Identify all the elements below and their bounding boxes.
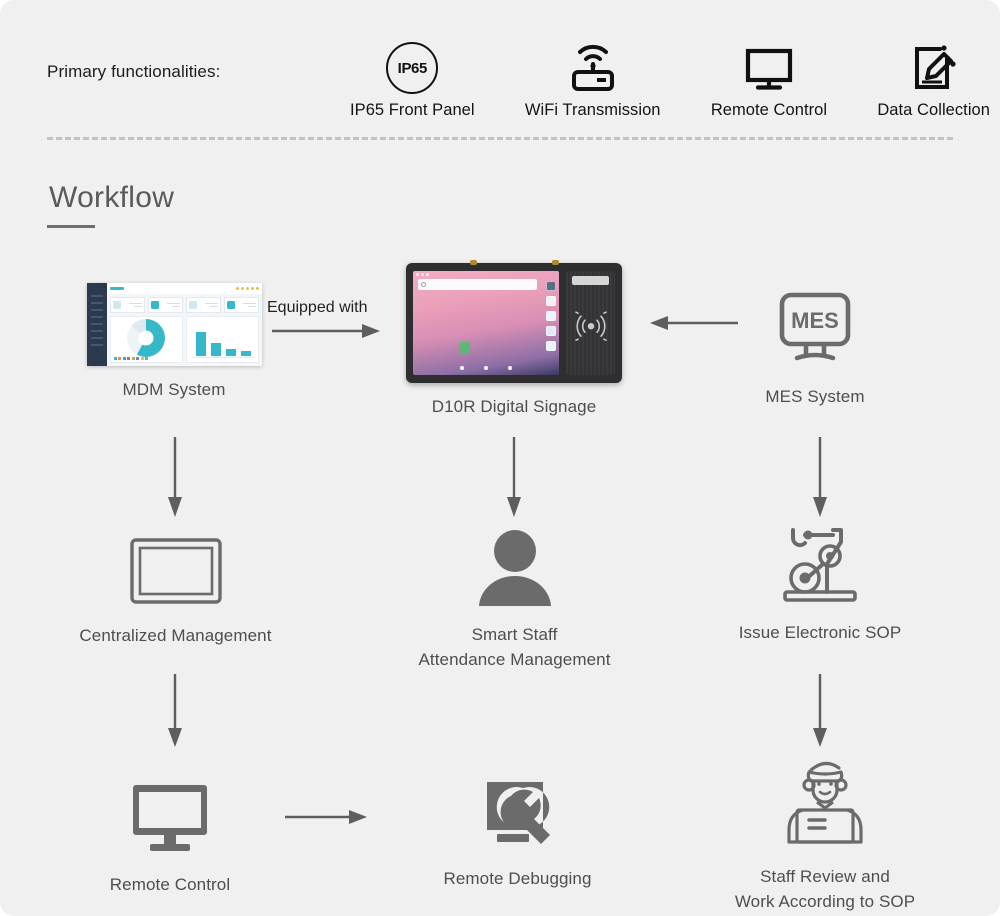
dashboard-body <box>106 283 262 366</box>
workflow-infographic: Primary functionalities: IP65 IP65 Front… <box>0 0 1000 916</box>
monitor-wrench-icon <box>479 778 557 855</box>
speaker-grille <box>572 276 609 285</box>
ip65-badge-text: IP65 <box>386 42 439 94</box>
node-label: MDM System <box>122 380 226 399</box>
app-icon[interactable] <box>546 341 556 351</box>
feature-label: Data Collection <box>877 101 990 119</box>
page-title: Workflow <box>49 181 175 214</box>
nfc-reader-panel <box>566 271 615 375</box>
app-icon-rail[interactable] <box>546 281 556 351</box>
node-label: Centralized Management <box>79 626 272 645</box>
arrow-centralized-to-remote-control <box>168 674 182 747</box>
tablet-screen <box>413 271 559 375</box>
title-underline <box>47 225 95 228</box>
node-mes-system: MES MES System <box>718 290 912 410</box>
mes-monitor-icon: MES <box>773 290 857 373</box>
nfc-icon <box>574 311 607 342</box>
dashboard-charts <box>107 316 262 366</box>
bar-chart <box>194 325 254 356</box>
status-bar <box>413 271 559 278</box>
dashed-divider <box>47 137 953 140</box>
app-icon[interactable] <box>546 311 556 321</box>
feature-data-collection: Data Collection <box>877 40 990 120</box>
feature-label: IP65 Front Panel <box>350 101 475 119</box>
app-icon[interactable] <box>546 296 556 306</box>
dashboard-topbar <box>106 283 262 294</box>
node-remote-debugging: Remote Debugging <box>430 778 605 892</box>
feature-list: IP65 IP65 Front Panel WiFi Transmission <box>350 28 990 120</box>
pie-chart-hole <box>138 330 154 346</box>
monitor-filled-icon <box>124 780 216 861</box>
node-staff-review: Staff Review and Work According to SOP <box>710 750 940 914</box>
stat-card <box>185 297 221 313</box>
node-label: Smart Staff Attendance Management <box>418 625 611 669</box>
tablet-device <box>406 260 622 383</box>
wifi-router-icon <box>565 40 621 94</box>
node-issue-electronic-sop: Issue Electronic SOP <box>722 522 918 646</box>
antenna-icon <box>470 260 477 265</box>
feature-label: Remote Control <box>710 101 828 119</box>
mes-screen-text: MES <box>791 308 839 333</box>
pie-chart-legend <box>113 357 148 360</box>
arrow-issue-sop-to-staff-review <box>813 674 827 747</box>
stat-card <box>109 297 145 313</box>
node-mdm-system: MDM System <box>85 283 263 403</box>
node-remote-control: Remote Control <box>95 780 245 898</box>
arrow-mdm-to-centralized <box>168 437 182 517</box>
notepad-pen-icon <box>906 40 962 94</box>
dashboard-sidebar <box>86 283 107 366</box>
stat-card <box>223 297 259 313</box>
node-d10r-digital-signage: D10R Digital Signage <box>406 260 622 420</box>
search-icon <box>421 282 426 287</box>
node-smart-staff-attendance: Smart Staff Attendance Management <box>397 524 632 672</box>
monitor-icon <box>741 40 797 94</box>
arrow-mes-to-issue-sop <box>813 437 827 517</box>
node-label: Staff Review and Work According to SOP <box>734 867 916 911</box>
antenna-icon <box>552 260 559 265</box>
node-centralized-management: Centralized Management <box>58 535 293 649</box>
equipped-with-label: Equipped with <box>267 299 368 316</box>
node-label: Remote Debugging <box>443 869 592 888</box>
home-indicator-dots <box>413 366 559 370</box>
feature-remote-control: Remote Control <box>711 40 827 120</box>
search-bar[interactable] <box>418 279 537 290</box>
node-label: MES System <box>765 387 865 406</box>
person-icon <box>471 524 559 611</box>
ip65-shield-icon: IP65 <box>386 40 439 94</box>
feature-label: WiFi Transmission <box>524 101 661 119</box>
dashboard-stat-cards <box>107 294 262 316</box>
app-icon[interactable] <box>546 281 556 291</box>
arrow-mdm-to-signage <box>272 324 380 338</box>
bar-chart-panel <box>185 316 259 363</box>
node-label: Remote Control <box>109 875 231 894</box>
worker-with-document-icon <box>773 750 877 853</box>
desktop-app-icon[interactable] <box>459 342 470 353</box>
screen-frame-icon <box>127 535 225 612</box>
arrow-signage-to-smart-staff <box>507 437 521 517</box>
app-icon[interactable] <box>546 326 556 336</box>
node-label: D10R Digital Signage <box>431 397 597 416</box>
pie-chart-panel <box>109 316 183 363</box>
stat-card <box>147 297 183 313</box>
primary-functionalities-label: Primary functionalities: <box>47 62 221 81</box>
node-label: Issue Electronic SOP <box>738 623 902 642</box>
feature-wifi-transmission: WiFi Transmission <box>525 40 661 120</box>
mdm-dashboard-screenshot <box>86 283 262 366</box>
feature-ip65-front-panel: IP65 IP65 Front Panel <box>350 40 475 120</box>
arrow-remote-control-to-debugging <box>285 810 367 824</box>
robot-arm-icon <box>775 522 865 609</box>
